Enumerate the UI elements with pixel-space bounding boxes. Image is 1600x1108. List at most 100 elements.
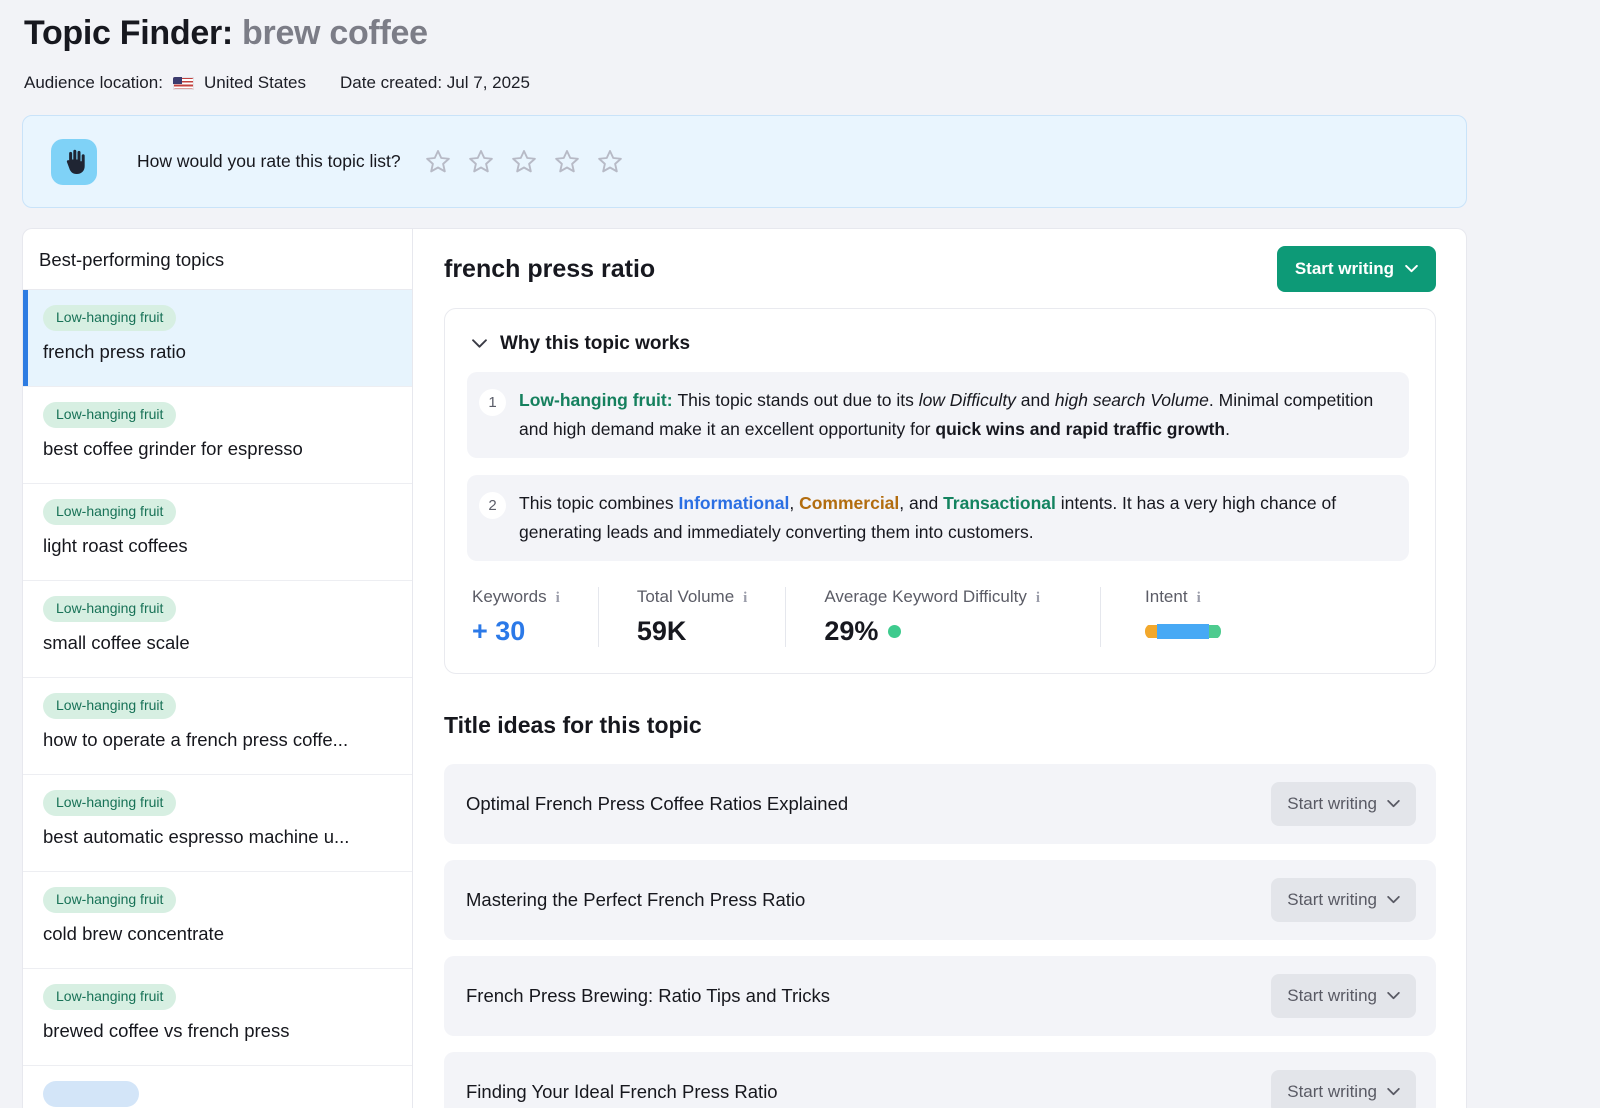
start-writing-button[interactable]: Start writing [1271,878,1416,922]
metric-label: Total Volume [637,587,734,607]
start-writing-label: Start writing [1287,794,1377,814]
topic-item-title: small coffee scale [43,632,396,654]
metric-label: Intent [1145,587,1188,607]
us-flag-icon [173,77,194,90]
chevron-down-icon [472,339,487,349]
topic-finder-page: Topic Finder: brew coffee Audience locat… [22,0,1467,1108]
topic-item-title: light roast coffees [43,535,396,557]
topic-item-title: best coffee grinder for espresso [43,438,396,460]
raised-hand-icon [51,139,97,185]
topic-list-item[interactable]: Low-hanging fruit brewed coffee vs frenc… [23,969,412,1066]
title-idea-text: French Press Brewing: Ratio Tips and Tri… [466,985,830,1007]
best-performing-topics-list: Best-performing topics Low-hanging fruit… [23,229,413,1108]
why-topic-works-toggle[interactable]: Why this topic works [467,333,1409,355]
chevron-down-icon [1387,896,1400,904]
why-topic-works-card: Why this topic works 1 Low-hanging fruit… [444,308,1436,674]
topic-item-title: brewed coffee vs french press [43,1020,396,1042]
metric-total-volume: Total Volume i 59K [637,587,787,647]
info-icon[interactable]: i [556,590,560,607]
start-writing-label: Start writing [1295,259,1394,279]
difficulty-status-dot [888,625,901,638]
metric-label: Keywords [472,587,547,607]
page-title: Topic Finder: brew coffee [24,14,1467,53]
topic-detail-panel: french press ratio Start writing Why thi… [413,229,1466,1108]
selected-topic-title: french press ratio [444,255,655,284]
point-number: 1 [479,389,506,416]
difficulty-value: 29% [824,616,878,647]
topic-list-item[interactable]: Low-hanging fruit french press ratio [23,290,412,387]
results-panel: Best-performing topics Low-hanging fruit… [22,228,1467,1108]
start-writing-label: Start writing [1287,986,1377,1006]
topic-badge: Low-hanging fruit [43,499,176,525]
topic-list-item[interactable]: Low-hanging fruit cold brew concentrate [23,872,412,969]
topic-list-item[interactable]: Low-hanging fruit how to operate a frenc… [23,678,412,775]
topic-list-item[interactable]: Low-hanging fruit small coffee scale [23,581,412,678]
start-writing-label: Start writing [1287,1082,1377,1102]
metric-keywords: Keywords i + 30 [472,587,599,647]
start-writing-button[interactable]: Start writing [1271,782,1416,826]
info-icon[interactable]: i [1036,590,1040,607]
title-idea-row: Finding Your Ideal French Press Ratio St… [444,1052,1436,1108]
page-meta: Audience location: United States Date cr… [24,73,1467,93]
topic-badge: Low-hanging fruit [43,596,176,622]
sidebar-header: Best-performing topics [23,229,412,290]
info-icon[interactable]: i [1197,590,1201,607]
point-number: 2 [479,492,506,519]
title-idea-text: Mastering the Perfect French Press Ratio [466,889,805,911]
why-topic-works-title: Why this topic works [500,333,690,355]
topic-badge: Low-hanging fruit [43,305,176,331]
audience-location-value: United States [204,73,306,93]
topic-badge: Low-hanging fruit [43,887,176,913]
title-idea-row: Optimal French Press Coffee Ratios Expla… [444,764,1436,844]
total-volume-value: 59K [637,616,748,647]
topic-item-title: cold brew concentrate [43,923,396,945]
metric-intent: Intenti [1145,587,1221,647]
title-idea-row: French Press Brewing: Ratio Tips and Tri… [444,956,1436,1036]
rating-question: How would you rate this topic list? [137,151,401,172]
topic-list-item[interactable]: Low-hanging fruit best automatic espress… [23,775,412,872]
audience-location-label: Audience location: [24,73,163,93]
star-icon[interactable] [466,147,496,177]
star-icon[interactable] [509,147,539,177]
topic-list-item[interactable]: Low-hanging fruit best coffee grinder fo… [23,387,412,484]
topic-item-title: french press ratio [43,341,396,363]
title-idea-row: Mastering the Perfect French Press Ratio… [444,860,1436,940]
keywords-value: + 30 [472,616,560,647]
topic-metrics: Keywords i + 30 Total Volume i 59K Average… [467,587,1409,647]
metric-difficulty: Average Keyword Difficulty i 29% [824,587,1101,647]
point-text: This topic combines Informational, Comme… [519,489,1389,547]
topic-badge [43,1081,139,1107]
chevron-down-icon [1387,800,1400,808]
topic-list-item[interactable]: Low-hanging fruit light roast coffees [23,484,412,581]
topic-item-title: best automatic espresso machine u... [43,826,396,848]
title-ideas-header: Title ideas for this topic [444,712,1436,739]
star-icon[interactable] [595,147,625,177]
topic-badge: Low-hanging fruit [43,402,176,428]
chevron-down-icon [1405,265,1418,273]
date-created: Date created: Jul 7, 2025 [340,73,530,93]
start-writing-label: Start writing [1287,890,1377,910]
title-idea-text: Finding Your Ideal French Press Ratio [466,1081,778,1103]
start-writing-button[interactable]: Start writing [1271,974,1416,1018]
title-idea-text: Optimal French Press Coffee Ratios Expla… [466,793,848,815]
chevron-down-icon [1387,1088,1400,1096]
topic-item-title: how to operate a french press coffe... [43,729,396,751]
topic-list-item-partial[interactable] [23,1066,412,1108]
topic-badge: Low-hanging fruit [43,790,176,816]
info-icon[interactable]: i [743,590,747,607]
start-writing-button[interactable]: Start writing [1277,246,1436,292]
metric-label: Average Keyword Difficulty [824,587,1027,607]
star-rating [423,147,625,177]
page-title-prefix: Topic Finder: [24,14,242,52]
topic-badge: Low-hanging fruit [43,693,176,719]
star-icon[interactable] [423,147,453,177]
reason-point: 1 Low-hanging fruit: This topic stands o… [467,372,1409,458]
topic-badge: Low-hanging fruit [43,984,176,1010]
chevron-down-icon [1387,992,1400,1000]
page-title-query: brew coffee [242,14,428,52]
star-icon[interactable] [552,147,582,177]
rating-banner: How would you rate this topic list? [22,115,1467,208]
intent-distribution-bar [1145,624,1221,639]
point-text: Low-hanging fruit: This topic stands out… [519,386,1389,444]
start-writing-button[interactable]: Start writing [1271,1070,1416,1108]
